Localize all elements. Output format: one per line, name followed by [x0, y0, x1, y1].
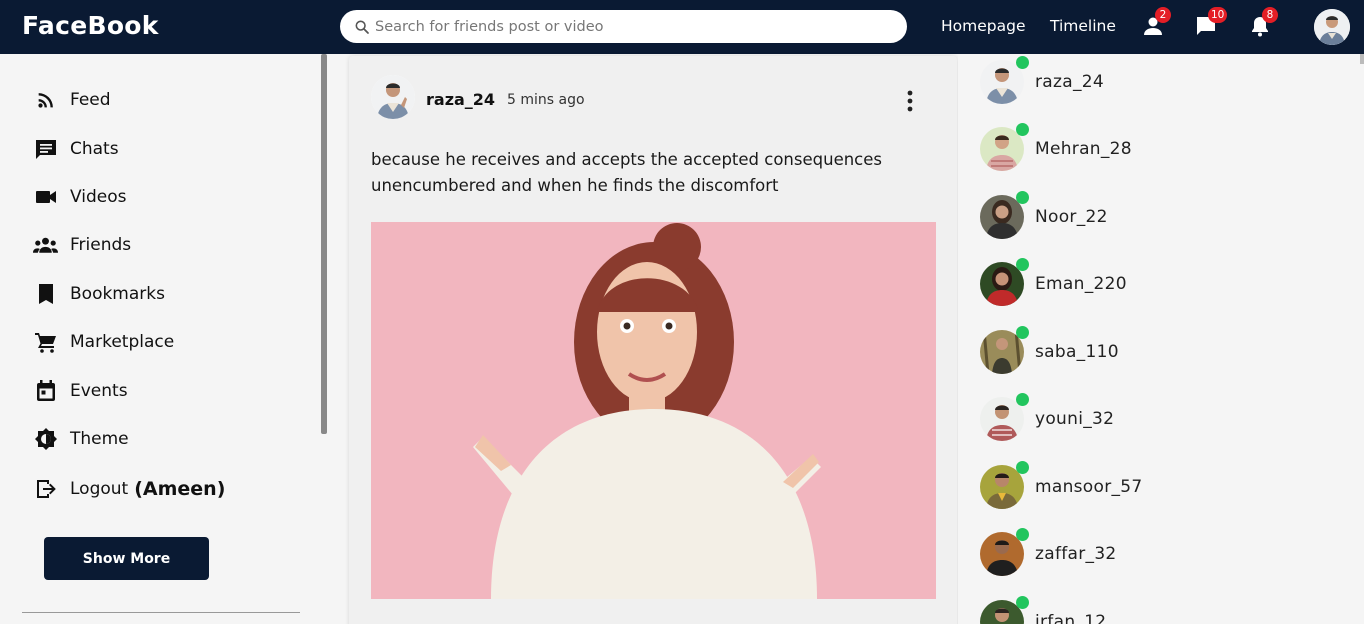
online-status-dot — [1016, 461, 1029, 474]
sidebar-item-bookmarks[interactable]: Bookmarks — [33, 279, 165, 309]
friend-avatar — [980, 461, 1029, 509]
left-sidebar: Feed Chats Videos Friends Bookmarks Mark… — [0, 54, 328, 624]
friend-avatar — [980, 596, 1029, 624]
post-image[interactable] — [371, 222, 936, 599]
timeline-link[interactable]: Timeline — [1050, 17, 1116, 35]
online-status-dot — [1016, 326, 1029, 339]
brand-logo[interactable]: FaceBook — [22, 11, 159, 40]
top-navbar: FaceBook Homepage Timeline 2 10 8 — [0, 0, 1364, 54]
sidebar-item-label: Feed — [70, 90, 111, 110]
friend-name: mansoor_57 — [1035, 477, 1143, 497]
online-friend-item[interactable]: youni_32 — [980, 393, 1115, 442]
online-friend-item[interactable]: saba_110 — [980, 326, 1119, 375]
messages-button[interactable]: 10 — [1194, 7, 1228, 40]
friend-name: saba_110 — [1035, 342, 1119, 362]
friend-avatar — [980, 326, 1029, 374]
online-friend-item[interactable]: irfan_12 — [980, 596, 1107, 624]
sidebar-scrollbar[interactable] — [321, 54, 327, 434]
online-friend-item[interactable]: mansoor_57 — [980, 461, 1143, 510]
sidebar-item-feed[interactable]: Feed — [33, 85, 111, 115]
logout-username: (Ameen) — [134, 478, 226, 500]
sidebar-item-label: Logout — [70, 479, 129, 499]
video-icon — [33, 185, 58, 210]
friend-name: Mehran_28 — [1035, 139, 1132, 159]
online-status-dot — [1016, 393, 1029, 406]
sidebar-item-friends[interactable]: Friends — [33, 230, 131, 260]
logout-icon — [33, 477, 58, 502]
sidebar-item-videos[interactable]: Videos — [33, 182, 127, 212]
sidebar-item-logout[interactable]: Logout (Ameen) — [33, 474, 225, 504]
online-friend-item[interactable]: Noor_22 — [980, 191, 1108, 240]
online-friend-item[interactable]: Mehran_28 — [980, 123, 1132, 172]
sidebar-item-label: Theme — [70, 429, 129, 449]
sidebar-item-label: Videos — [70, 187, 127, 207]
friend-avatar — [980, 258, 1029, 306]
online-friend-item[interactable]: raza_24 — [980, 56, 1104, 105]
sidebar-item-label: Friends — [70, 235, 132, 255]
bookmark-icon — [33, 282, 58, 307]
friend-avatar — [980, 123, 1029, 171]
online-friends-panel: raza_24 Mehran_28 Noor_22 Eman_220 saba_… — [958, 54, 1364, 624]
post-options-button[interactable] — [902, 88, 918, 116]
online-status-dot — [1016, 123, 1029, 136]
online-friend-item[interactable]: Eman_220 — [980, 258, 1127, 307]
friend-name: Eman_220 — [1035, 274, 1127, 294]
post-author-avatar[interactable] — [371, 75, 415, 119]
homepage-link[interactable]: Homepage — [941, 17, 1026, 35]
sidebar-item-label: Chats — [70, 139, 119, 159]
friend-name: youni_32 — [1035, 409, 1115, 429]
calendar-icon — [33, 379, 58, 404]
post-timestamp: 5 mins ago — [507, 92, 585, 108]
sidebar-item-label: Events — [70, 381, 128, 401]
online-status-dot — [1016, 56, 1029, 69]
friend-name: zaffar_32 — [1035, 544, 1117, 564]
friend-requests-badge: 2 — [1155, 7, 1171, 23]
friend-avatar — [980, 191, 1029, 239]
search-input[interactable] — [375, 18, 875, 35]
friend-name: raza_24 — [1035, 72, 1104, 92]
profile-avatar[interactable] — [1314, 9, 1350, 45]
rss-icon — [33, 88, 58, 113]
chat-bubble-icon — [33, 137, 58, 162]
page-scrollbar[interactable] — [1360, 54, 1364, 64]
sidebar-divider — [22, 612, 300, 613]
brightness-icon — [33, 427, 58, 452]
online-status-dot — [1016, 258, 1029, 271]
more-vert-icon — [907, 90, 913, 112]
post-author-name[interactable]: raza_24 — [426, 90, 495, 109]
search-icon — [355, 20, 369, 34]
messages-badge: 10 — [1208, 7, 1228, 23]
online-status-dot — [1016, 528, 1029, 541]
sidebar-item-label: Bookmarks — [70, 284, 165, 304]
people-icon — [33, 233, 58, 258]
online-friend-item[interactable]: zaffar_32 — [980, 528, 1117, 577]
show-more-button[interactable]: Show More — [44, 537, 209, 580]
notifications-badge: 8 — [1262, 7, 1278, 23]
notifications-button[interactable]: 8 — [1248, 7, 1278, 40]
post-text: because he receives and accepts the acce… — [371, 150, 883, 195]
sidebar-item-events[interactable]: Events — [33, 376, 128, 406]
search-bar[interactable] — [340, 10, 907, 43]
sidebar-item-theme[interactable]: Theme — [33, 424, 129, 454]
sidebar-item-chats[interactable]: Chats — [33, 134, 119, 164]
cart-icon — [33, 330, 58, 355]
online-status-dot — [1016, 596, 1029, 609]
online-status-dot — [1016, 191, 1029, 204]
sidebar-item-label: Marketplace — [70, 332, 175, 352]
sidebar-item-marketplace[interactable]: Marketplace — [33, 327, 174, 357]
friend-name: irfan_12 — [1035, 612, 1107, 624]
friend-avatar — [980, 393, 1029, 441]
friend-avatar — [980, 56, 1029, 104]
friend-requests-button[interactable]: 2 — [1141, 7, 1171, 40]
friend-name: Noor_22 — [1035, 207, 1108, 227]
post-card: raza_24 5 mins ago because he receives a… — [349, 56, 957, 624]
friend-avatar — [980, 528, 1029, 576]
